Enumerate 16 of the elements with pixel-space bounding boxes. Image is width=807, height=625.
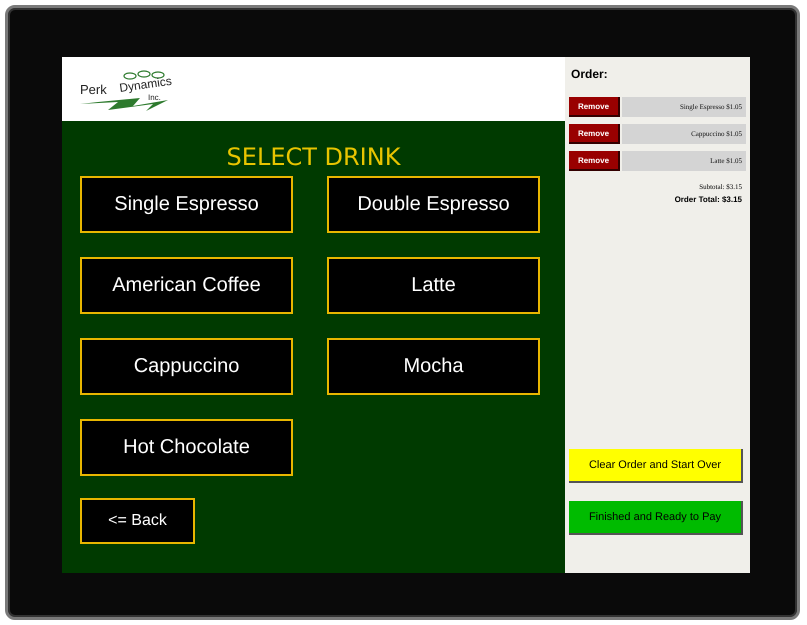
- drink-button[interactable]: Single Espresso: [80, 176, 293, 233]
- drink-button[interactable]: Hot Chocolate: [80, 419, 293, 476]
- remove-button[interactable]: Remove: [569, 124, 620, 144]
- clear-order-button[interactable]: Clear Order and Start Over: [569, 449, 743, 483]
- finish-order-button[interactable]: Finished and Ready to Pay: [569, 501, 743, 535]
- drink-button[interactable]: American Coffee: [80, 257, 293, 314]
- order-total-text: Order Total: $3.15: [674, 195, 742, 204]
- remove-button[interactable]: Remove: [569, 97, 620, 117]
- order-title: Order:: [571, 67, 609, 83]
- drink-button[interactable]: Mocha: [327, 338, 540, 395]
- drink-button[interactable]: Latte: [327, 257, 540, 314]
- drink-button[interactable]: Cappuccino: [80, 338, 293, 395]
- remove-button[interactable]: Remove: [569, 151, 620, 171]
- select-drink-heading: SELECT DRINK: [226, 143, 402, 173]
- back-button[interactable]: <= Back: [80, 498, 195, 544]
- drink-button[interactable]: Double Espresso: [327, 176, 540, 233]
